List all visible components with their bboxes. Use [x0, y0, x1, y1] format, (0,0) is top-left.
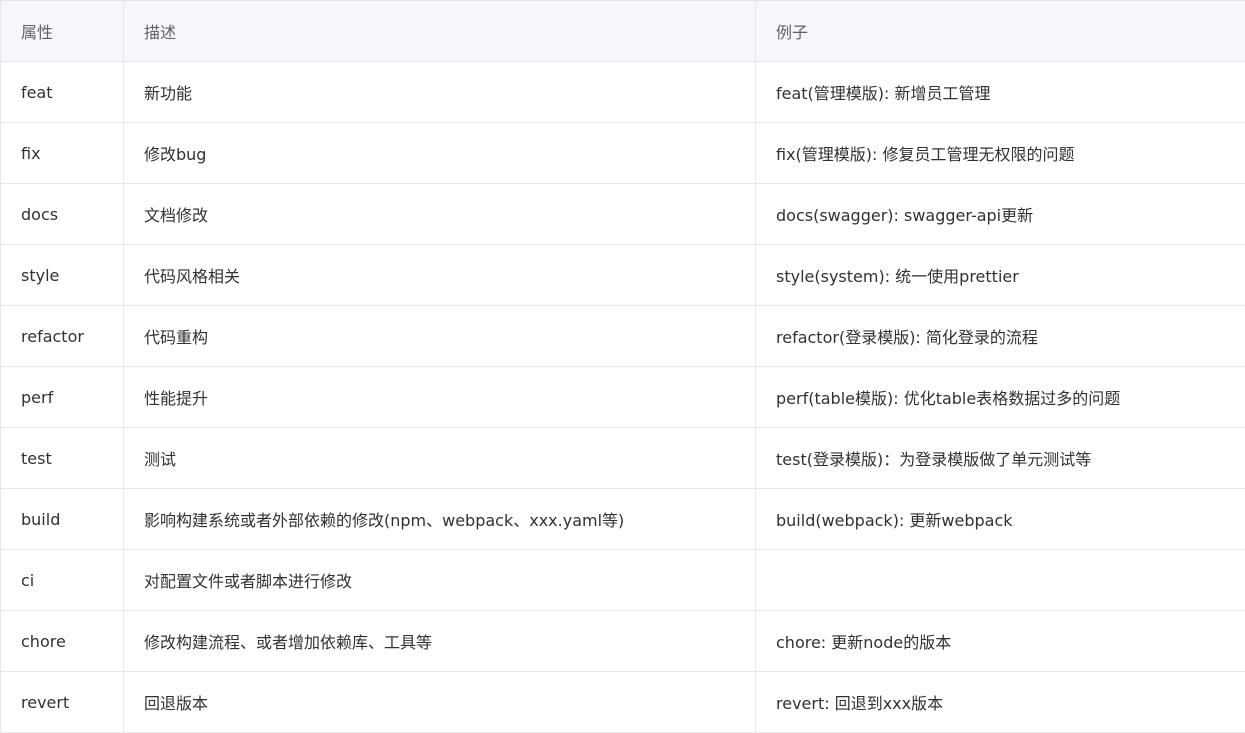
example-cell: chore: 更新node的版本 [756, 611, 1245, 672]
table-row: docs 文档修改 docs(swagger): swagger-api更新 [1, 184, 1245, 245]
attr-cell: revert [1, 672, 124, 733]
attr-cell: feat [1, 62, 124, 123]
example-cell: perf(table模版): 优化table表格数据过多的问题 [756, 367, 1245, 428]
desc-cell: 性能提升 [124, 367, 756, 428]
table-row: style 代码风格相关 style(system): 统一使用prettier [1, 245, 1245, 306]
example-cell: fix(管理模版): 修复员工管理无权限的问题 [756, 123, 1245, 184]
table-row: test 测试 test(登录模版)：为登录模版做了单元测试等 [1, 428, 1245, 489]
attr-cell: chore [1, 611, 124, 672]
example-cell: build(webpack): 更新webpack [756, 489, 1245, 550]
table-row: refactor 代码重构 refactor(登录模版): 简化登录的流程 [1, 306, 1245, 367]
table-body: feat 新功能 feat(管理模版): 新增员工管理 fix 修改bug fi… [1, 62, 1245, 733]
attr-cell: test [1, 428, 124, 489]
desc-cell: 修改构建流程、或者增加依赖库、工具等 [124, 611, 756, 672]
desc-cell: 代码重构 [124, 306, 756, 367]
desc-cell: 回退版本 [124, 672, 756, 733]
table-row: feat 新功能 feat(管理模版): 新增员工管理 [1, 62, 1245, 123]
example-cell: refactor(登录模版): 简化登录的流程 [756, 306, 1245, 367]
attr-cell: refactor [1, 306, 124, 367]
table-row: ci 对配置文件或者脚本进行修改 [1, 550, 1245, 611]
desc-cell: 影响构建系统或者外部依赖的修改(npm、webpack、xxx.yaml等) [124, 489, 756, 550]
desc-cell: 文档修改 [124, 184, 756, 245]
table-header-row: 属性 描述 例子 [1, 1, 1245, 62]
desc-cell: 新功能 [124, 62, 756, 123]
example-cell: revert: 回退到xxx版本 [756, 672, 1245, 733]
table-row: fix 修改bug fix(管理模版): 修复员工管理无权限的问题 [1, 123, 1245, 184]
desc-cell: 修改bug [124, 123, 756, 184]
example-cell [756, 550, 1245, 611]
desc-cell: 对配置文件或者脚本进行修改 [124, 550, 756, 611]
header-cell-desc: 描述 [124, 1, 756, 62]
attr-cell: build [1, 489, 124, 550]
attr-cell: perf [1, 367, 124, 428]
commit-type-table: 属性 描述 例子 feat 新功能 feat(管理模版): 新增员工管理 fix… [0, 0, 1245, 733]
desc-cell: 测试 [124, 428, 756, 489]
attr-cell: docs [1, 184, 124, 245]
example-cell: docs(swagger): swagger-api更新 [756, 184, 1245, 245]
table-row: build 影响构建系统或者外部依赖的修改(npm、webpack、xxx.ya… [1, 489, 1245, 550]
desc-cell: 代码风格相关 [124, 245, 756, 306]
attr-cell: ci [1, 550, 124, 611]
table-row: perf 性能提升 perf(table模版): 优化table表格数据过多的问… [1, 367, 1245, 428]
table-header: 属性 描述 例子 [1, 1, 1245, 62]
table-row: chore 修改构建流程、或者增加依赖库、工具等 chore: 更新node的版… [1, 611, 1245, 672]
example-cell: feat(管理模版): 新增员工管理 [756, 62, 1245, 123]
table-row: revert 回退版本 revert: 回退到xxx版本 [1, 672, 1245, 733]
header-cell-example: 例子 [756, 1, 1245, 62]
attr-cell: fix [1, 123, 124, 184]
header-cell-attr: 属性 [1, 1, 124, 62]
example-cell: test(登录模版)：为登录模版做了单元测试等 [756, 428, 1245, 489]
example-cell: style(system): 统一使用prettier [756, 245, 1245, 306]
attr-cell: style [1, 245, 124, 306]
